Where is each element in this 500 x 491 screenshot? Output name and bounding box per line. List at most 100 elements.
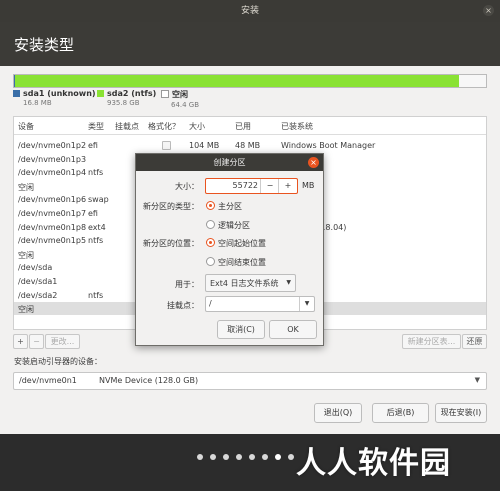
column-header[interactable]: 挂载点 [115,121,139,132]
progress-dot [236,454,242,460]
partition-location-label: 新分区的位置： [143,239,199,248]
window-titlebar: 安装 × [0,0,500,22]
dialog-titlebar: 创建分区 × [136,154,323,171]
back-button[interactable]: 后退(B) [372,403,429,423]
use-as-label: 用于： [175,280,199,289]
size-decrement-button[interactable]: − [260,179,279,193]
chevron-down-icon: ▼ [286,279,291,286]
quit-button[interactable]: 退出(Q) [314,403,362,423]
partition-device: /dev/nvme0n1p4 [18,168,87,178]
mount-point-combo[interactable]: / ▼ [205,296,315,312]
partition-device: /dev/nvme0n1p3 [18,154,87,164]
legend-name: sda2 (ntfs) [107,89,157,98]
primary-partition-radio[interactable]: 主分区 [206,201,242,212]
partition-device: 空闲 [18,182,34,192]
mount-point-label: 挂载点： [167,301,199,310]
partition-type-label: 新分区的类型： [143,202,199,211]
partition-system: Windows Boot Manager [281,141,376,150]
legend-sda1: sda1 (unknown) 16.8 MB [13,89,96,107]
change-partition-button[interactable]: 更改... [45,334,80,349]
revert-button[interactable]: 还原 [462,334,487,349]
partition-device: /dev/nvme0n1p7 [18,209,87,218]
dialog-title: 创建分区 [213,158,246,167]
ok-button[interactable]: OK [269,320,317,339]
radio-label: 空间起始位置 [218,239,266,248]
partition-device: /dev/sda2 [18,290,58,300]
boot-device-path: /dev/nvme0n1 [19,376,77,385]
window-title: 安装 [240,6,259,16]
partition-device: /dev/nvme0n1p8 [18,222,87,232]
radio-icon [206,257,215,266]
partition-type: swap [88,195,109,205]
progress-dot [288,454,294,460]
page-header: 安装类型 [0,22,500,66]
partition-device: /dev/nvme0n1p6 [18,195,87,205]
progress-dot [262,454,268,460]
partition-bar-sda2 [15,75,459,87]
partition-device: /dev/sda [18,263,53,273]
partition-device: /dev/nvme0n1p2 [18,141,87,150]
column-header[interactable]: 设备 [18,121,34,132]
legend-free: 空闲 64.4 GB [161,89,199,109]
boot-device-description: NVMe Device (128.0 GB) [99,376,199,385]
radio-label: 空间结束位置 [218,258,266,267]
new-partition-table-button[interactable]: 新建分区表... [402,334,461,349]
close-icon[interactable]: × [483,5,494,16]
partition-device: /dev/sda1 [18,277,58,286]
progress-dot [210,454,216,460]
radio-label: 主分区 [218,202,242,211]
legend-swatch [161,90,169,98]
partition-device: /dev/nvme0n1p5 [18,236,87,246]
watermark: 人人软件园 [296,446,451,481]
page-title: 安装类型 [14,36,75,54]
column-header[interactable]: 格式化？ [148,121,180,132]
logical-partition-radio[interactable]: 逻辑分区 [206,220,250,231]
radio-selected-icon [206,238,215,247]
cancel-button[interactable]: 取消(C) [217,320,265,339]
dialog-close-icon[interactable]: × [308,157,319,168]
create-partition-dialog: 创建分区 × 大小： 55722 − + MB 新分区的类型： 主分区 逻辑分区… [135,153,324,346]
boot-device-select[interactable]: /dev/nvme0n1 NVMe Device (128.0 GB) ▼ [13,372,487,390]
size-input[interactable]: 55722 [233,181,258,190]
partition-type: ext4 [88,222,106,232]
partition-device: 空闲 [18,305,34,315]
column-header[interactable]: 类型 [88,121,104,132]
add-partition-button[interactable]: + [13,334,28,349]
size-increment-button[interactable]: + [278,179,297,193]
partition-type: ntfs [88,236,104,246]
partition-type: ntfs [88,290,104,300]
legend-swatch [13,90,20,97]
progress-dot [223,454,229,460]
partition-type: ntfs [88,168,104,178]
partition-used: 48 MB [235,141,261,150]
location-start-radio[interactable]: 空间起始位置 [206,238,266,249]
filesystem-select[interactable]: Ext4 日志文件系统 ▼ [205,274,296,292]
format-checkbox[interactable] [162,141,171,150]
install-now-button[interactable]: 现在安装(I) [435,403,487,423]
column-header[interactable]: 已用 [235,121,251,132]
progress-dot [249,454,255,460]
size-spinbox: 55722 − + [205,178,298,194]
partition-size: 104 MB [189,141,220,150]
legend-size: 64.4 GB [171,101,200,109]
progress-dot [275,454,281,460]
radio-selected-icon [206,201,215,210]
legend-sda2: sda2 (ntfs) 935.8 GB [97,89,156,107]
mount-point-input[interactable]: / [209,299,212,308]
size-label: 大小： [175,182,199,191]
partition-type: efi [88,209,98,218]
remove-partition-button[interactable]: − [29,334,44,349]
radio-icon [206,220,215,229]
filesystem-value: Ext4 日志文件系统 [210,279,279,288]
size-unit: MB [302,181,315,190]
legend-size: 935.8 GB [107,99,140,107]
legend-size: 16.8 MB [23,99,52,107]
chevron-down-icon[interactable]: ▼ [299,297,314,311]
location-end-radio[interactable]: 空间结束位置 [206,257,266,268]
progress-dot [197,454,203,460]
column-header[interactable]: 已装系统 [281,121,313,132]
partition-device: 空闲 [18,250,34,260]
column-header[interactable]: 大小 [189,121,205,132]
table-row[interactable]: /dev/nvme0n1p2 efi 104 MB 48 MB Windows Boot… [14,139,486,152]
boot-device-label: 安装启动引导器的设备： [14,357,102,366]
